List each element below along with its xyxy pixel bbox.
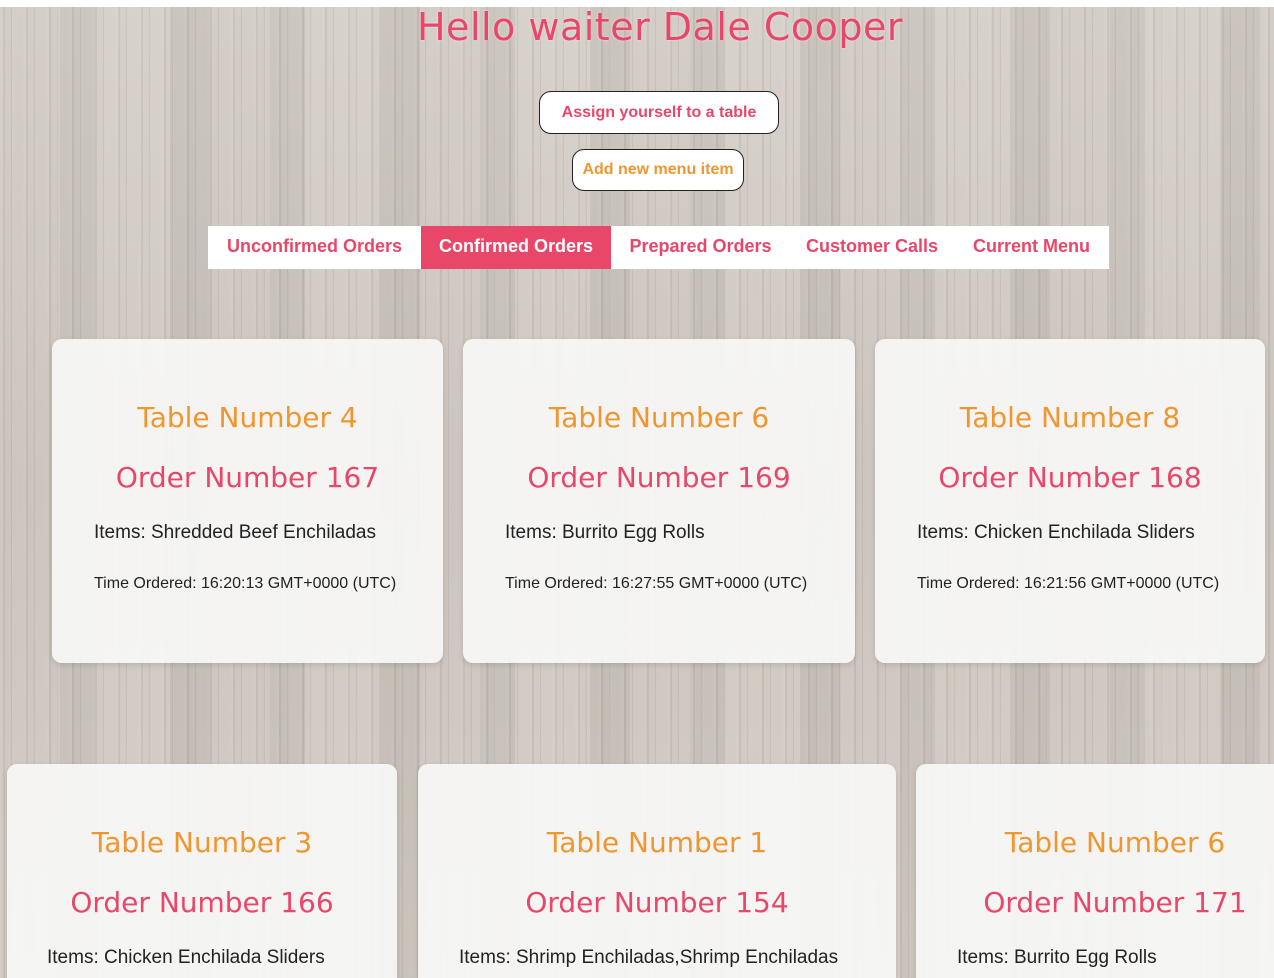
order-card: Table Number 1 Order Number 154 Items: S… — [418, 764, 896, 978]
order-tabs: Unconfirmed Orders Confirmed Orders Prep… — [208, 226, 1109, 269]
order-items: Items: Chicken Enchilada Sliders — [917, 522, 1195, 543]
tab-current-menu[interactable]: Current Menu — [954, 226, 1109, 269]
page-title: Hello waiter Dale Cooper — [416, 5, 904, 49]
tab-customer-calls[interactable]: Customer Calls — [790, 226, 954, 269]
order-items: Items: Burrito Egg Rolls — [505, 522, 705, 543]
table-number: Table Number 6 — [548, 401, 770, 434]
order-number: Order Number 168 — [938, 461, 1202, 494]
table-number: Table Number 1 — [546, 826, 768, 859]
order-items: Items: Burrito Egg Rolls — [957, 947, 1157, 968]
tab-unconfirmed-orders[interactable]: Unconfirmed Orders — [208, 226, 421, 269]
order-card: Table Number 6 Order Number 169 Items: B… — [463, 339, 855, 663]
order-card: Table Number 8 Order Number 168 Items: C… — [875, 339, 1265, 663]
table-number: Table Number 6 — [1004, 826, 1226, 859]
order-items: Items: Shrimp Enchiladas,Shrimp Enchilad… — [459, 947, 839, 968]
order-time: Time Ordered: 16:21:56 GMT+0000 (UTC) — [917, 575, 1220, 592]
table-number: Table Number 4 — [137, 401, 358, 434]
order-card: Table Number 6 Order Number 171 Items: B… — [916, 764, 1274, 978]
order-number: Order Number 166 — [70, 886, 334, 919]
order-card: Table Number 4 Order Number 167 Items: S… — [52, 339, 443, 663]
tab-confirmed-orders[interactable]: Confirmed Orders — [421, 226, 611, 269]
table-number: Table Number 8 — [959, 401, 1181, 434]
order-number: Order Number 167 — [115, 461, 380, 494]
add-menu-item-button[interactable]: Add new menu item — [572, 149, 744, 191]
assign-table-button[interactable]: Assign yourself to a table — [539, 91, 779, 134]
order-number: Order Number 169 — [527, 461, 791, 494]
order-card: Table Number 3 Order Number 166 Items: C… — [7, 764, 397, 978]
order-number: Order Number 154 — [525, 886, 789, 919]
order-number: Order Number 171 — [983, 886, 1247, 919]
order-time: Time Ordered: 16:20:13 GMT+0000 (UTC) — [94, 575, 397, 592]
order-items: Items: Chicken Enchilada Sliders — [47, 947, 325, 968]
table-number: Table Number 3 — [91, 826, 313, 859]
order-time: Time Ordered: 16:27:55 GMT+0000 (UTC) — [505, 575, 808, 592]
order-items: Items: Shredded Beef Enchiladas — [94, 522, 377, 543]
tab-prepared-orders[interactable]: Prepared Orders — [611, 226, 790, 269]
